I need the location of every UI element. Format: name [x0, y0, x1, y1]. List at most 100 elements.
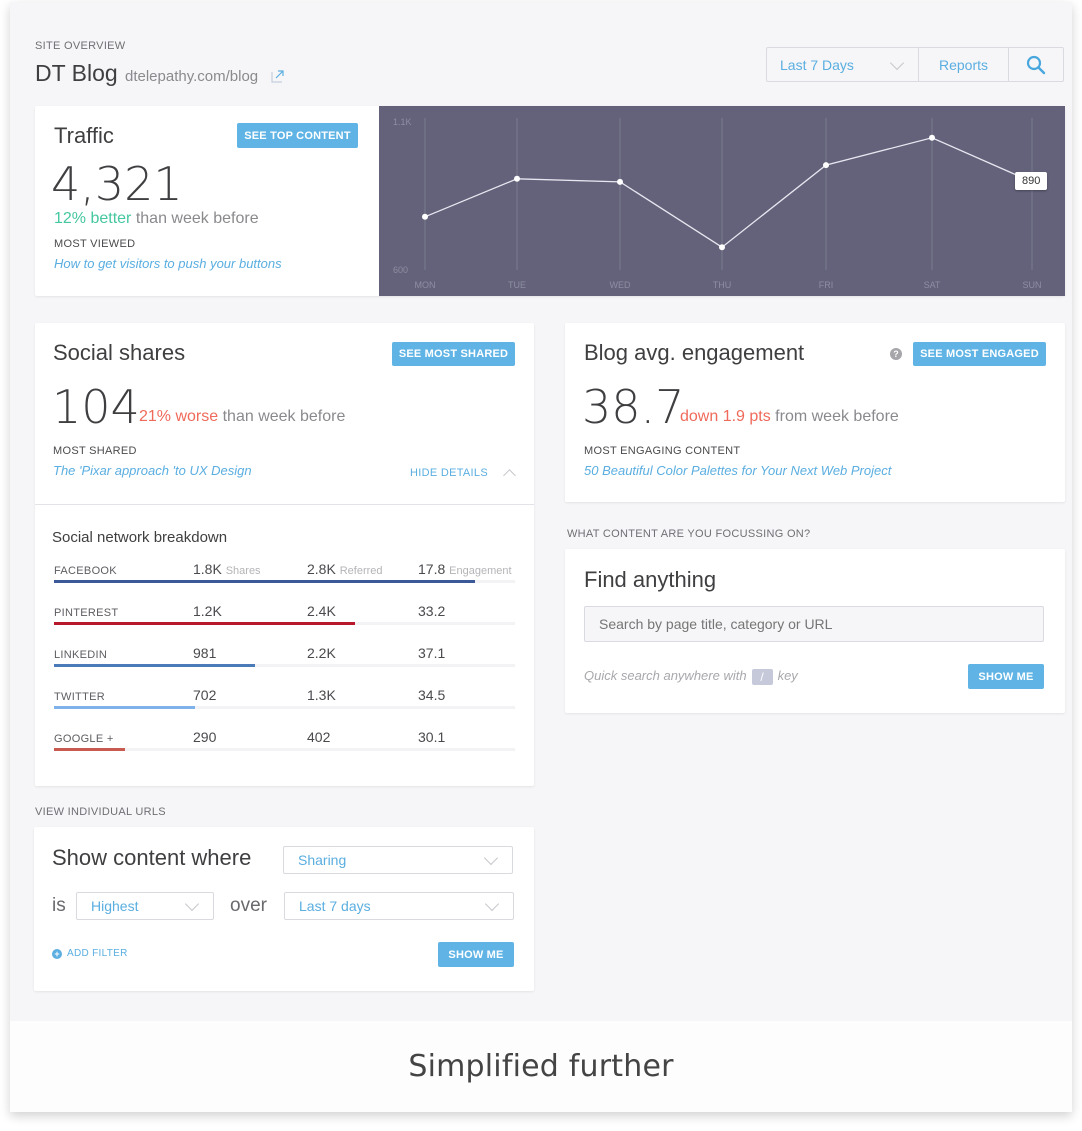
is-label: is	[52, 895, 66, 916]
hide-details-label: HIDE DETAILS	[410, 466, 488, 479]
date-range-select[interactable]: Last 7 Days	[767, 48, 919, 81]
network-name: LINKEDIN	[54, 649, 108, 661]
urls-show-me-button[interactable]: SHOW ME	[438, 942, 514, 967]
data-point-mon[interactable]	[422, 213, 428, 220]
slash-key-badge: /	[751, 668, 773, 685]
see-top-content-button[interactable]: SEE TOP CONTENT	[237, 123, 358, 148]
metric-value: Sharing	[298, 852, 347, 868]
data-point-sat[interactable]	[929, 134, 935, 141]
share-bar-track	[54, 748, 515, 751]
shares-value: 981	[193, 645, 217, 661]
shares-value: 702	[193, 687, 217, 703]
chevron-down-icon	[484, 896, 500, 912]
chevron-down-icon	[889, 55, 905, 71]
header-controls: Last 7 Days Reports	[766, 47, 1064, 82]
help-icon[interactable]: ?	[890, 348, 902, 360]
share-bar-track	[54, 706, 515, 709]
plus-circle-icon: +	[52, 948, 62, 959]
chart-tooltip: 890	[1015, 171, 1048, 190]
traffic-title: Traffic	[54, 123, 114, 148]
quick-search-hint: Quick search anywhere with / key	[584, 668, 798, 685]
engagement-value: 30.1	[418, 729, 446, 745]
hide-details-toggle[interactable]: HIDE DETAILS	[410, 465, 516, 482]
x-tick-label: MON	[415, 280, 436, 290]
network-name: PINTEREST	[54, 607, 119, 619]
chevron-up-icon	[503, 469, 516, 482]
share-bar-track	[54, 622, 515, 625]
network-engagement: 37.1	[418, 645, 445, 661]
social-delta-highlight: 21% worse	[139, 408, 219, 425]
find-title: Find anything	[584, 567, 717, 592]
order-value: Highest	[91, 898, 139, 914]
traffic-delta: 12% better than week before	[54, 210, 259, 228]
engagement-value: 37.1	[418, 645, 446, 661]
see-most-shared-button[interactable]: SEE MOST SHARED	[392, 342, 515, 366]
network-shares: 702	[193, 687, 216, 703]
traffic-delta-highlight: 12% better	[54, 210, 132, 227]
network-row: LINKEDIN 981 2.2K 37.1	[54, 641, 515, 683]
network-referred: 2.2K	[307, 645, 336, 661]
network-name: FACEBOOK	[54, 565, 117, 577]
traffic-value: 4,321	[51, 157, 183, 211]
shares-unit: Shares	[225, 565, 261, 577]
order-select[interactable]: Highest	[76, 892, 214, 920]
referred-value: 2.2K	[307, 645, 336, 661]
data-point-wed[interactable]	[617, 178, 623, 185]
most-engaging-link[interactable]: 50 Beautiful Color Palettes for Your Nex…	[584, 463, 891, 478]
most-shared-label: MOST SHARED	[53, 445, 137, 457]
social-delta: 21% worse than week before	[139, 408, 345, 426]
find-show-me-button[interactable]: SHOW ME	[968, 664, 1044, 689]
engagement-delta: down 1.9 pts from week before	[680, 408, 899, 426]
footer-caption: Simplified further	[408, 1049, 674, 1084]
traffic-chart-svg: MON TUE WED THU FRI SAT SUN 1.1K 600	[393, 117, 1042, 290]
share-bar-fill	[54, 706, 195, 709]
share-bar-fill	[54, 580, 475, 583]
social-delta-text: than week before	[218, 408, 346, 425]
over-label: over	[230, 895, 267, 916]
network-engagement: 34.5	[418, 687, 445, 703]
find-search-input[interactable]	[584, 606, 1044, 642]
data-point-fri[interactable]	[823, 162, 829, 169]
reports-label: Reports	[938, 56, 989, 73]
see-most-engaged-button[interactable]: SEE MOST ENGAGED	[913, 342, 1046, 366]
most-engaging-label: MOST ENGAGING CONTENT	[584, 445, 741, 457]
traffic-line	[424, 137, 1033, 248]
shares-value: 1.8K	[193, 561, 222, 577]
engagement-unit: Engagement	[449, 565, 512, 577]
site-overview-label: SITE OVERVIEW	[35, 40, 126, 52]
add-filter-button[interactable]: + ADD FILTER	[52, 948, 128, 959]
network-shares: 981	[193, 645, 216, 661]
network-referred: 1.3K	[307, 687, 336, 703]
engagement-value: 34.5	[418, 687, 446, 703]
view-urls-label: VIEW INDIVIDUAL URLS	[35, 806, 166, 818]
most-viewed-link[interactable]: How to get visitors to push your buttons	[54, 256, 282, 271]
chart-tooltip-value: 890	[1022, 174, 1041, 187]
metric-select[interactable]: Sharing	[283, 846, 513, 874]
x-tick-label: TUE	[508, 280, 526, 290]
shares-value: 1.2K	[193, 603, 222, 619]
reports-button[interactable]: Reports	[919, 48, 1009, 81]
search-button[interactable]	[1009, 48, 1063, 81]
period-value: Last 7 days	[299, 898, 371, 914]
engagement-delta-highlight: down 1.9 pts	[680, 408, 771, 425]
data-point-thu[interactable]	[719, 244, 725, 251]
date-range-label: Last 7 Days	[780, 56, 854, 73]
social-title: Social shares	[53, 340, 186, 365]
breakdown-title: Social network breakdown	[52, 529, 228, 546]
most-shared-link[interactable]: The 'Pixar approach 'to UX Design	[53, 463, 252, 478]
engagement-value: 33.2	[418, 603, 446, 619]
data-point-tue[interactable]	[514, 175, 520, 182]
network-row: GOOGLE + 290 402 30.1	[54, 725, 515, 767]
network-name: TWITTER	[54, 691, 105, 703]
site-url[interactable]: dtelepathy.com/blog	[125, 68, 258, 85]
share-bar-track	[54, 664, 515, 667]
add-filter-label: ADD FILTER	[67, 948, 128, 959]
share-bar-fill	[54, 664, 255, 667]
period-select[interactable]: Last 7 days	[284, 892, 514, 920]
referred-value: 1.3K	[307, 687, 336, 703]
referred-value: 402	[307, 729, 331, 745]
hint-text-pre: Quick search anywhere with	[584, 668, 747, 683]
chevron-down-icon	[184, 896, 200, 912]
external-link-icon[interactable]	[271, 69, 285, 83]
engagement-delta-text: from week before	[770, 408, 899, 425]
